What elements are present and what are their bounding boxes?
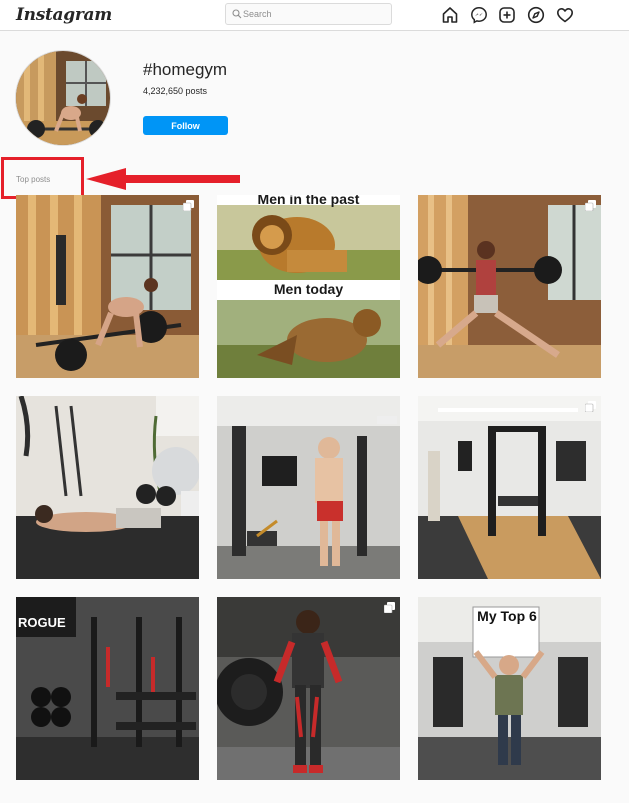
multiple-images-icon: [384, 602, 395, 613]
hashtag-avatar: [15, 50, 111, 146]
sign-caption: My Top 6: [477, 608, 537, 624]
post-tile-3[interactable]: [418, 195, 601, 378]
activity-heart-icon[interactable]: [556, 6, 574, 24]
follow-button[interactable]: Follow: [143, 116, 228, 135]
multiple-images-icon: [585, 401, 596, 412]
meme-caption-bottom: Men today: [273, 281, 344, 297]
home-icon[interactable]: [441, 6, 459, 24]
multiple-images-icon: [183, 200, 194, 211]
messenger-icon[interactable]: [470, 6, 488, 24]
top-posts-label: Top posts: [16, 175, 51, 184]
post-tile-6[interactable]: [418, 396, 601, 579]
new-post-icon[interactable]: [498, 6, 516, 24]
search-box[interactable]: [225, 3, 392, 25]
search-icon: [232, 9, 242, 19]
post-tile-9[interactable]: My Top 6: [418, 597, 601, 780]
annotation-arrow: [86, 168, 240, 190]
rogue-wall-sign: ROGUE: [18, 615, 66, 630]
post-tile-7[interactable]: ROGUE: [16, 597, 199, 780]
post-tile-4[interactable]: [16, 396, 199, 579]
multiple-images-icon: [585, 200, 596, 211]
post-tile-2[interactable]: Men in the past Men today: [217, 195, 400, 378]
search-input[interactable]: [243, 6, 383, 22]
explore-icon[interactable]: [527, 6, 545, 24]
post-tile-5[interactable]: [217, 396, 400, 579]
hashtag-title: #homegym: [143, 60, 228, 79]
post-count: 4,232,650 posts: [143, 86, 208, 96]
meme-caption-top: Men in the past: [257, 195, 360, 207]
top-nav-bar: Instagram: [0, 0, 629, 31]
post-tile-1[interactable]: [16, 195, 199, 378]
instagram-logo[interactable]: Instagram: [16, 5, 112, 25]
post-tile-8[interactable]: [217, 597, 400, 780]
